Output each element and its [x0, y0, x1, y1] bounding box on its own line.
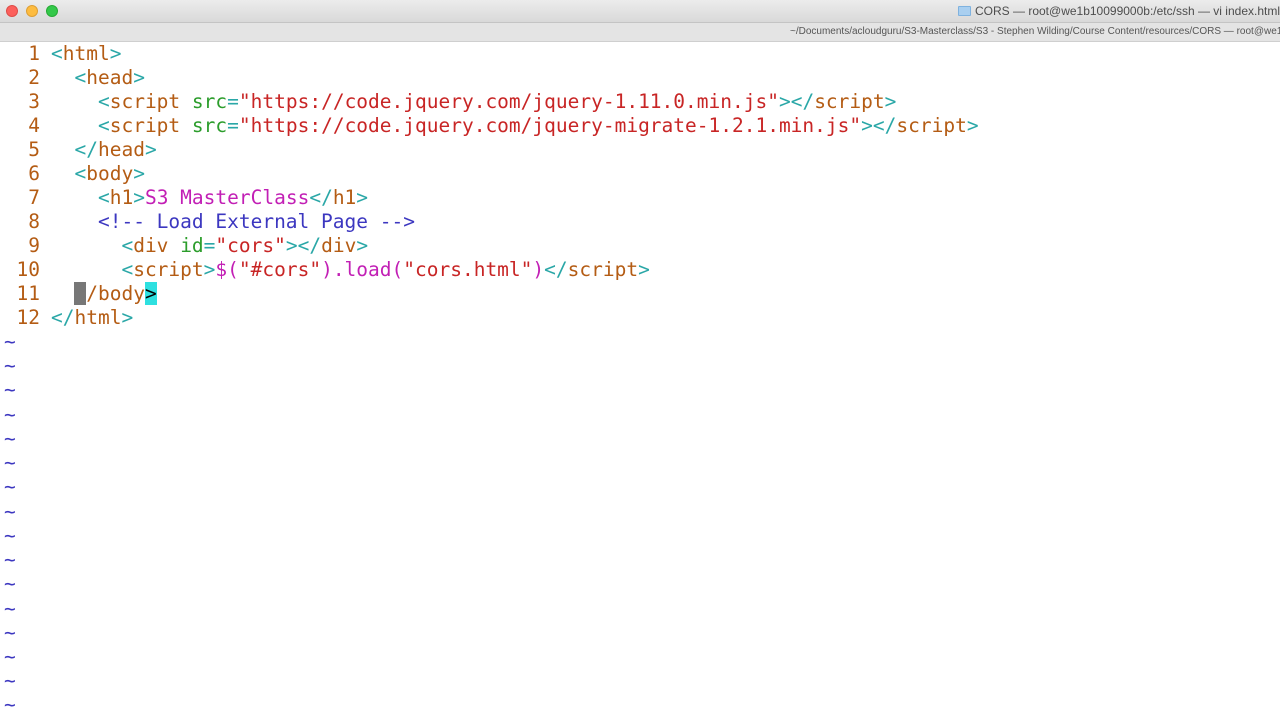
code-line: 12 </html>	[0, 306, 134, 330]
empty-line-marker: ~	[4, 475, 16, 498]
empty-line-marker: ~	[4, 548, 16, 571]
code-line: 4 <script src="https://code.jquery.com/j…	[0, 114, 978, 138]
empty-line-marker: ~	[4, 693, 16, 716]
code-line: 6 <body>	[0, 162, 145, 186]
folder-icon	[958, 6, 971, 16]
line-number: 10	[16, 258, 40, 281]
empty-line-marker: ~	[4, 403, 16, 426]
line-number: 12	[16, 306, 40, 329]
line-number: 5	[28, 138, 40, 161]
minimize-window-icon[interactable]	[26, 5, 38, 17]
line-number: 3	[28, 90, 40, 113]
close-window-icon[interactable]	[6, 5, 18, 17]
text-cursor: <	[74, 282, 87, 305]
vi-editor[interactable]: 1 <html> 2 <head> 3 <script src="https://…	[0, 42, 1280, 720]
empty-line-marker: ~	[4, 427, 16, 450]
empty-line-marker: ~	[4, 500, 16, 523]
empty-line-marker: ~	[4, 354, 16, 377]
line-number: 1	[28, 42, 40, 65]
empty-line-marker: ~	[4, 645, 16, 668]
empty-line-marker: ~	[4, 669, 16, 692]
line-number: 7	[28, 186, 40, 209]
window-title-text: CORS — root@we1b10099000b:/etc/ssh — vi …	[975, 4, 1280, 18]
code-line: 2 <head>	[0, 66, 145, 90]
code-line: 1 <html>	[0, 42, 121, 66]
code-line: 10 <script>$("#cors").load("cors.html")<…	[0, 258, 650, 282]
path-bar: ~/Documents/acloudguru/S3-Masterclass/S3…	[0, 23, 1280, 42]
code-line: 9 <div id="cors"></div>	[0, 234, 368, 258]
empty-line-marker: ~	[4, 378, 16, 401]
code-line: 7 <h1>S3 MasterClass</h1>	[0, 186, 368, 210]
empty-line-marker: ~	[4, 621, 16, 644]
code-line: 8 <!-- Load External Page -->	[0, 210, 415, 234]
bracket-match-highlight: >	[144, 282, 157, 305]
line-number: 11	[16, 282, 40, 305]
document-path: ~/Documents/acloudguru/S3-Masterclass/S3…	[790, 26, 1280, 37]
empty-line-marker: ~	[4, 572, 16, 595]
code-line: 11 </body>	[0, 282, 157, 306]
empty-line-marker: ~	[4, 597, 16, 620]
line-number: 9	[28, 234, 40, 257]
line-number: 8	[28, 210, 40, 233]
empty-line-marker: ~	[4, 330, 16, 353]
line-number: 4	[28, 114, 40, 137]
code-line: 3 <script src="https://code.jquery.com/j…	[0, 90, 896, 114]
empty-line-marker: ~	[4, 451, 16, 474]
zoom-window-icon[interactable]	[46, 5, 58, 17]
line-number: 2	[28, 66, 40, 89]
code-line: 5 </head>	[0, 138, 156, 162]
empty-line-marker: ~	[4, 524, 16, 547]
line-number: 6	[28, 162, 40, 185]
window-title: CORS — root@we1b10099000b:/etc/ssh — vi …	[958, 0, 1280, 22]
title-bar: CORS — root@we1b10099000b:/etc/ssh — vi …	[0, 0, 1280, 23]
